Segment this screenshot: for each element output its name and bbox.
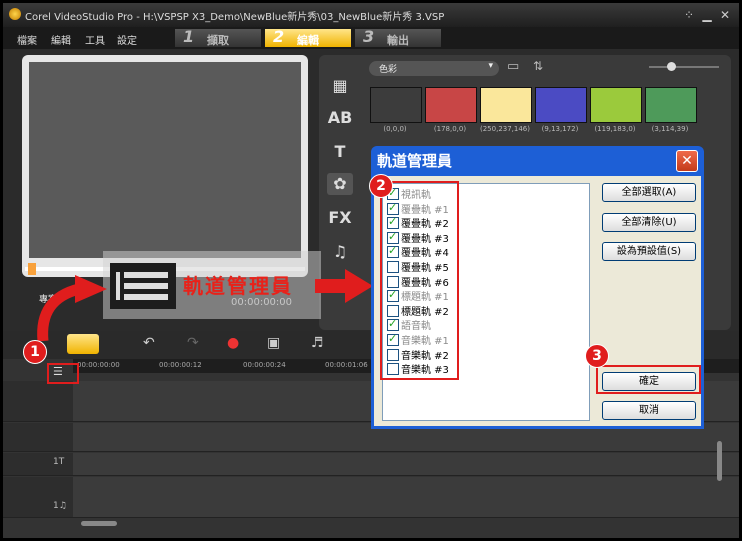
app-logo-icon [9, 8, 21, 20]
zoom-slider[interactable] [649, 66, 719, 68]
step-badge-2: 2 [369, 174, 393, 198]
menu-file[interactable]: 檔案 [17, 32, 37, 47]
media-icon[interactable]: ▦ [327, 75, 353, 97]
step-capture-tab[interactable]: 1 擷取 [175, 27, 261, 47]
filter-icon[interactable]: FX [327, 207, 353, 229]
record-icon[interactable]: ● [227, 335, 239, 351]
color-swatch[interactable] [425, 87, 477, 123]
callout-label: 軌道管理員 [183, 274, 293, 298]
step-label: 編輯 [297, 34, 319, 47]
swatch-label: (3,114,39) [651, 125, 689, 133]
category-value: 色彩 [379, 65, 398, 75]
preview-screen [29, 62, 301, 258]
swatch-label: (9,13,172) [541, 125, 579, 133]
title-bar: Corel VideoStudio Pro - H:\VSPSP X3_Demo… [3, 3, 739, 27]
red-curved-arrow-icon [37, 275, 107, 342]
instant-project-icon[interactable]: AB [327, 107, 353, 129]
graphic-icon[interactable]: ✿ [327, 173, 353, 195]
track-list-highlight [380, 181, 459, 380]
menu-settings[interactable]: 設定 [117, 32, 137, 47]
step-label: 擷取 [207, 34, 229, 47]
track-manager-highlight [47, 363, 79, 384]
ruler-tick: 00:00:00:24 [243, 361, 286, 369]
title-icon[interactable]: T [327, 141, 353, 163]
step-label: 輸出 [387, 34, 409, 47]
menu-tools[interactable]: 工具 [85, 32, 105, 47]
dialog-title: 軌道管理員 [377, 152, 453, 170]
ruler-tick: 00:00:00:00 [77, 361, 120, 369]
swatch-label: (119,183,0) [594, 125, 636, 133]
swatch-label: (178,0,0) [433, 125, 467, 133]
title-track[interactable]: 1T [3, 453, 739, 476]
track-manager-icon[interactable]: ☰ [53, 365, 63, 378]
color-swatch[interactable] [370, 87, 422, 123]
folder-icon[interactable]: ▭ [507, 59, 519, 74]
minimize-button[interactable]: ▁ [699, 7, 715, 23]
step-number: 3 [363, 27, 375, 46]
audio-mixer-icon[interactable]: ♬ [311, 335, 324, 351]
window-title: Corel VideoStudio Pro - H:\VSPSP X3_Demo… [25, 12, 445, 23]
set-default-button[interactable]: 設為預設值(S) [602, 242, 696, 261]
color-swatch[interactable] [590, 87, 642, 123]
zoom-slider-handle[interactable] [667, 62, 676, 71]
cancel-button[interactable]: 取消 [602, 401, 696, 420]
menu-edit[interactable]: 編輯 [51, 32, 71, 47]
menu-bar: 檔案 編輯 工具 設定 1 擷取 2 編輯 3 輸出 [3, 27, 739, 49]
horizontal-scrollbar[interactable] [81, 521, 117, 526]
close-icon[interactable]: ✕ [676, 150, 698, 172]
track-manager-large-icon [110, 263, 176, 309]
vertical-scrollbar[interactable] [717, 441, 722, 481]
red-right-arrow-icon [315, 269, 373, 303]
step-share-tab[interactable]: 3 輸出 [355, 27, 441, 47]
app-window: Corel VideoStudio Pro - H:\VSPSP X3_Demo… [3, 3, 739, 538]
title-track-label: 1T [53, 457, 65, 467]
ok-button-highlight [596, 365, 701, 394]
category-dropdown[interactable]: 色彩 ▾ [369, 61, 499, 76]
color-swatch[interactable] [535, 87, 587, 123]
preview-window [22, 55, 308, 277]
voice-track[interactable] [3, 477, 739, 498]
chevron-down-icon: ▾ [488, 61, 493, 71]
clear-all-button[interactable]: 全部清除(U) [602, 213, 696, 232]
movie-wizard-icon[interactable]: ▣ [267, 335, 280, 351]
step-number: 1 [183, 27, 195, 46]
select-all-button[interactable]: 全部選取(A) [602, 183, 696, 202]
step-number: 2 [273, 27, 285, 46]
music-track[interactable]: 1♫ [3, 497, 739, 518]
step-edit-tab[interactable]: 2 編輯 [265, 27, 351, 47]
step-badge-1: 1 [23, 340, 47, 364]
track-manager-callout: 軌道管理員 [103, 251, 321, 319]
ruler-tick: 00:00:00:12 [159, 361, 202, 369]
step-badge-3: 3 [585, 344, 609, 368]
color-swatch[interactable] [480, 87, 532, 123]
audio-icon[interactable]: ♫ [327, 241, 353, 263]
redo-icon[interactable]: ↷ [187, 335, 199, 351]
swatch-label: (0,0,0) [383, 125, 407, 133]
undo-icon[interactable]: ↶ [143, 335, 155, 351]
sort-icon[interactable]: ⇅ [533, 59, 543, 73]
ruler-tick: 00:00:01:06 [325, 361, 368, 369]
close-button[interactable]: ✕ [717, 7, 733, 23]
color-swatch[interactable] [645, 87, 697, 123]
grid-icon[interactable]: ⁘ [681, 7, 697, 23]
swatch-label: (250,237,146) [480, 125, 530, 133]
list-icon [116, 272, 168, 300]
music-track-label: 1♫ [53, 501, 67, 511]
